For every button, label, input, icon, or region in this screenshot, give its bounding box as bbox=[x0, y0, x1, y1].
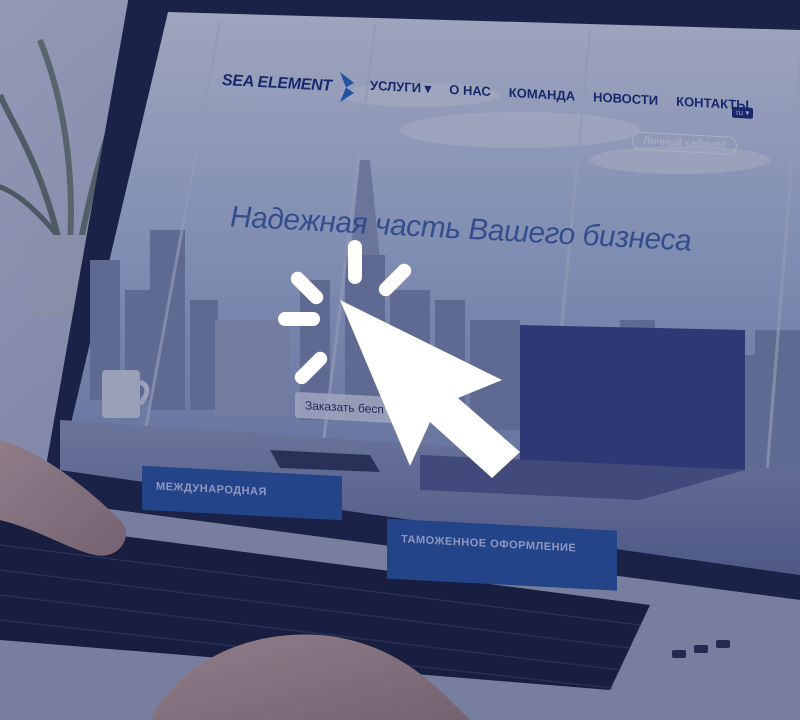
brand-name: SEA ELEMENT bbox=[222, 71, 332, 95]
nav-item-news[interactable]: НОВОСТИ bbox=[593, 89, 658, 108]
nav-item-services[interactable]: УСЛУГИ ▾ bbox=[370, 78, 431, 97]
nav-item-about[interactable]: О НАС bbox=[449, 82, 491, 100]
photo-scene: SEA ELEMENT УСЛУГИ ▾ О НАС КОМАНДА НОВОС… bbox=[0, 0, 800, 720]
account-button[interactable]: Личный кабинет bbox=[632, 131, 737, 155]
site-logo[interactable]: SEA ELEMENT bbox=[222, 66, 356, 103]
language-selector[interactable]: ru ▾ bbox=[732, 106, 754, 119]
service-tile-customs[interactable]: ТАМОЖЕННОЕ ОФОРМЛЕНИЕ bbox=[387, 518, 617, 591]
brand-logo-icon bbox=[339, 72, 354, 103]
main-nav: УСЛУГИ ▾ О НАС КОМАНДА НОВОСТИ КОНТАКТЫ bbox=[370, 78, 749, 114]
nav-item-team[interactable]: КОМАНДА bbox=[509, 85, 575, 104]
cursor-click-icon bbox=[278, 240, 520, 478]
